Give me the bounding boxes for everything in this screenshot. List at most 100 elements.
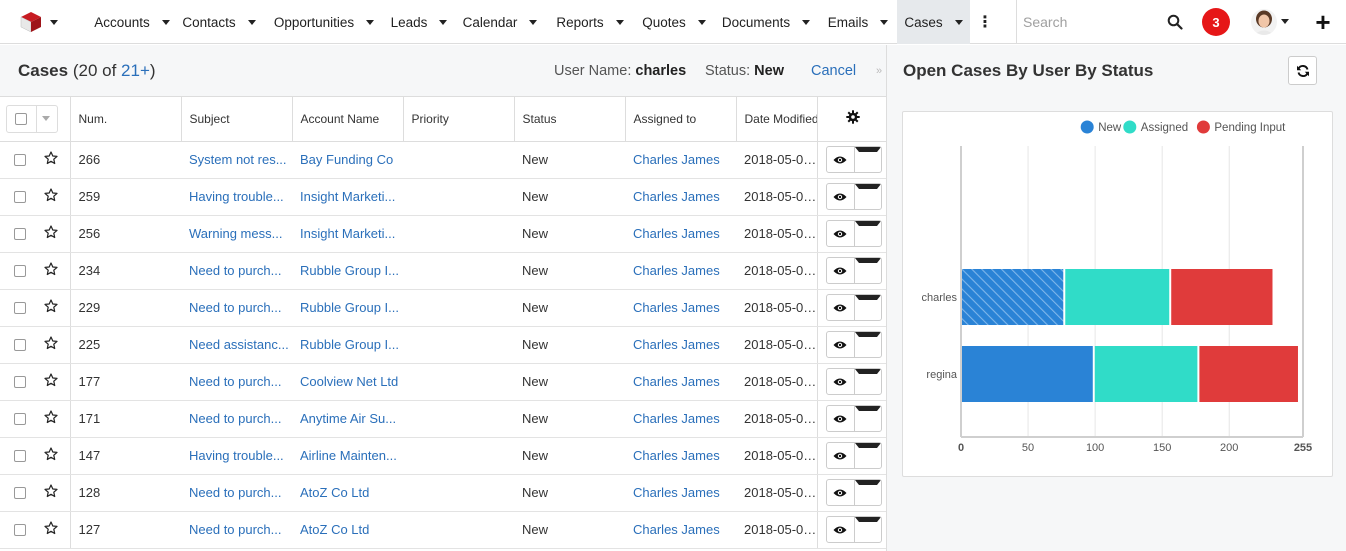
favorite-star-icon[interactable]	[44, 410, 58, 427]
column-header-subject[interactable]: Subject	[181, 97, 293, 142]
cell-account-link[interactable]: Insight Marketi...	[292, 178, 403, 216]
cell-account-link[interactable]: AtoZ Co Ltd	[292, 511, 403, 549]
preview-eye-icon[interactable]	[827, 369, 854, 394]
nav-tab-documents[interactable]: Documents	[714, 0, 818, 44]
quick-create-button[interactable]: +	[1312, 7, 1334, 37]
cell-assigned-link[interactable]: Charles James	[625, 178, 736, 216]
table-row[interactable]: 177 Need to purch... Coolview Net Ltd New Ch…	[0, 363, 887, 401]
nav-tab-quotes[interactable]: Quotes	[634, 0, 714, 44]
preview-eye-icon[interactable]	[827, 480, 854, 505]
row-checkbox[interactable]	[14, 523, 26, 536]
nav-tab-leads[interactable]: Leads	[384, 0, 454, 44]
row-actions-dropdown[interactable]	[853, 184, 881, 209]
cell-subject-link[interactable]: Need to purch...	[181, 252, 292, 290]
notifications-badge[interactable]: 3	[1202, 8, 1230, 36]
cell-subject-link[interactable]: Warning mess...	[181, 215, 292, 253]
cell-assigned-link[interactable]: Charles James	[625, 326, 736, 364]
chevron-down-icon[interactable]	[366, 19, 375, 25]
row-checkbox[interactable]	[14, 153, 26, 166]
cell-subject-link[interactable]: Having trouble...	[181, 178, 292, 216]
table-row[interactable]: 259 Having trouble... Insight Marketi... Ne…	[0, 178, 887, 216]
preview-eye-icon[interactable]	[827, 443, 854, 468]
row-actions-dropdown[interactable]	[853, 443, 881, 468]
row-checkbox[interactable]	[14, 301, 26, 314]
row-checkbox[interactable]	[14, 375, 26, 388]
app-logo-menu[interactable]	[20, 10, 64, 34]
cell-account-link[interactable]: Bay Funding Co	[292, 141, 403, 179]
favorite-star-icon[interactable]	[44, 151, 58, 168]
search-icon[interactable]	[1167, 14, 1183, 30]
chevron-down-icon[interactable]	[615, 19, 624, 25]
row-actions-dropdown[interactable]	[853, 480, 881, 505]
more-tabs-button[interactable]: ⋮	[974, 0, 996, 44]
preview-eye-icon[interactable]	[827, 295, 854, 320]
favorite-star-icon[interactable]	[44, 336, 58, 353]
preview-eye-icon[interactable]	[827, 517, 854, 542]
nav-tab-opportunities[interactable]: Opportunities	[264, 0, 384, 44]
table-row[interactable]: 256 Warning mess... Insight Marketi... New C…	[0, 215, 887, 253]
column-header-assigned-to[interactable]: Assigned to	[625, 97, 737, 142]
preview-eye-icon[interactable]	[827, 147, 854, 172]
favorite-star-icon[interactable]	[44, 188, 58, 205]
table-row[interactable]: 229 Need to purch... Rubble Group I... New C…	[0, 289, 887, 327]
user-avatar[interactable]	[1251, 9, 1277, 35]
cell-account-link[interactable]: Rubble Group I...	[292, 252, 403, 290]
chevron-down-icon[interactable]	[439, 19, 448, 25]
table-row[interactable]: 171 Need to purch... Anytime Air Su... New C…	[0, 400, 887, 438]
preview-eye-icon[interactable]	[827, 221, 854, 246]
row-actions-dropdown[interactable]	[853, 295, 881, 320]
row-checkbox[interactable]	[14, 412, 26, 425]
table-row[interactable]: 128 Need to purch... AtoZ Co Ltd New Charles…	[0, 474, 887, 512]
preview-eye-icon[interactable]	[827, 258, 854, 283]
nav-tab-reports[interactable]: Reports	[546, 0, 634, 44]
preview-eye-icon[interactable]	[827, 332, 854, 357]
row-checkbox[interactable]	[14, 190, 26, 203]
column-header-account-name[interactable]: Account Name	[292, 97, 404, 142]
row-actions-dropdown[interactable]	[853, 517, 881, 542]
nav-tab-cases[interactable]: Cases	[897, 0, 970, 44]
cell-account-link[interactable]: Rubble Group I...	[292, 289, 403, 327]
table-row[interactable]: 225 Need assistanc... Rubble Group I... New…	[0, 326, 887, 364]
chevron-down-icon[interactable]	[802, 19, 811, 25]
favorite-star-icon[interactable]	[44, 262, 58, 279]
column-header-priority[interactable]: Priority	[403, 97, 515, 142]
row-checkbox[interactable]	[14, 449, 26, 462]
cell-subject-link[interactable]: Having trouble...	[181, 437, 292, 475]
cell-assigned-link[interactable]: Charles James	[625, 511, 736, 549]
cell-assigned-link[interactable]: Charles James	[625, 437, 736, 475]
gear-icon[interactable]	[845, 110, 860, 124]
table-row[interactable]: 147 Having trouble... Airline Mainten... Ne…	[0, 437, 887, 475]
favorite-star-icon[interactable]	[44, 225, 58, 242]
cell-subject-link[interactable]: System not res...	[181, 141, 292, 179]
cell-assigned-link[interactable]: Charles James	[625, 252, 736, 290]
favorite-star-icon[interactable]	[44, 484, 58, 501]
row-actions-dropdown[interactable]	[853, 258, 881, 283]
cell-account-link[interactable]: Coolview Net Ltd	[292, 363, 403, 401]
row-actions-dropdown[interactable]	[853, 406, 881, 431]
chevron-down-icon[interactable]	[697, 19, 706, 25]
preview-eye-icon[interactable]	[827, 184, 854, 209]
cell-assigned-link[interactable]: Charles James	[625, 289, 736, 327]
row-actions-dropdown[interactable]	[853, 147, 881, 172]
mass-select-dropdown[interactable]	[6, 104, 58, 133]
cell-subject-link[interactable]: Need assistanc...	[181, 326, 292, 364]
row-checkbox[interactable]	[14, 227, 26, 240]
nav-tab-accounts[interactable]: Accounts	[80, 0, 184, 44]
cancel-filter-link[interactable]: Cancel	[811, 63, 856, 79]
cell-account-link[interactable]: Airline Mainten...	[292, 437, 403, 475]
favorite-star-icon[interactable]	[44, 299, 58, 316]
chevron-down-icon[interactable]	[954, 19, 963, 25]
cell-subject-link[interactable]: Need to purch...	[181, 289, 292, 327]
refresh-button[interactable]	[1288, 56, 1317, 85]
row-actions-dropdown[interactable]	[853, 369, 881, 394]
favorite-star-icon[interactable]	[44, 373, 58, 390]
cell-account-link[interactable]: Anytime Air Su...	[292, 400, 403, 438]
row-checkbox[interactable]	[14, 486, 26, 499]
cell-subject-link[interactable]: Need to purch...	[181, 400, 292, 438]
search-input[interactable]	[1023, 12, 1163, 32]
table-row[interactable]: 266 System not res... Bay Funding Co New Cha…	[0, 141, 887, 179]
cell-assigned-link[interactable]: Charles James	[625, 363, 736, 401]
cell-account-link[interactable]: Rubble Group I...	[292, 326, 403, 364]
table-row[interactable]: 234 Need to purch... Rubble Group I... New C…	[0, 252, 887, 290]
row-checkbox[interactable]	[14, 338, 26, 351]
